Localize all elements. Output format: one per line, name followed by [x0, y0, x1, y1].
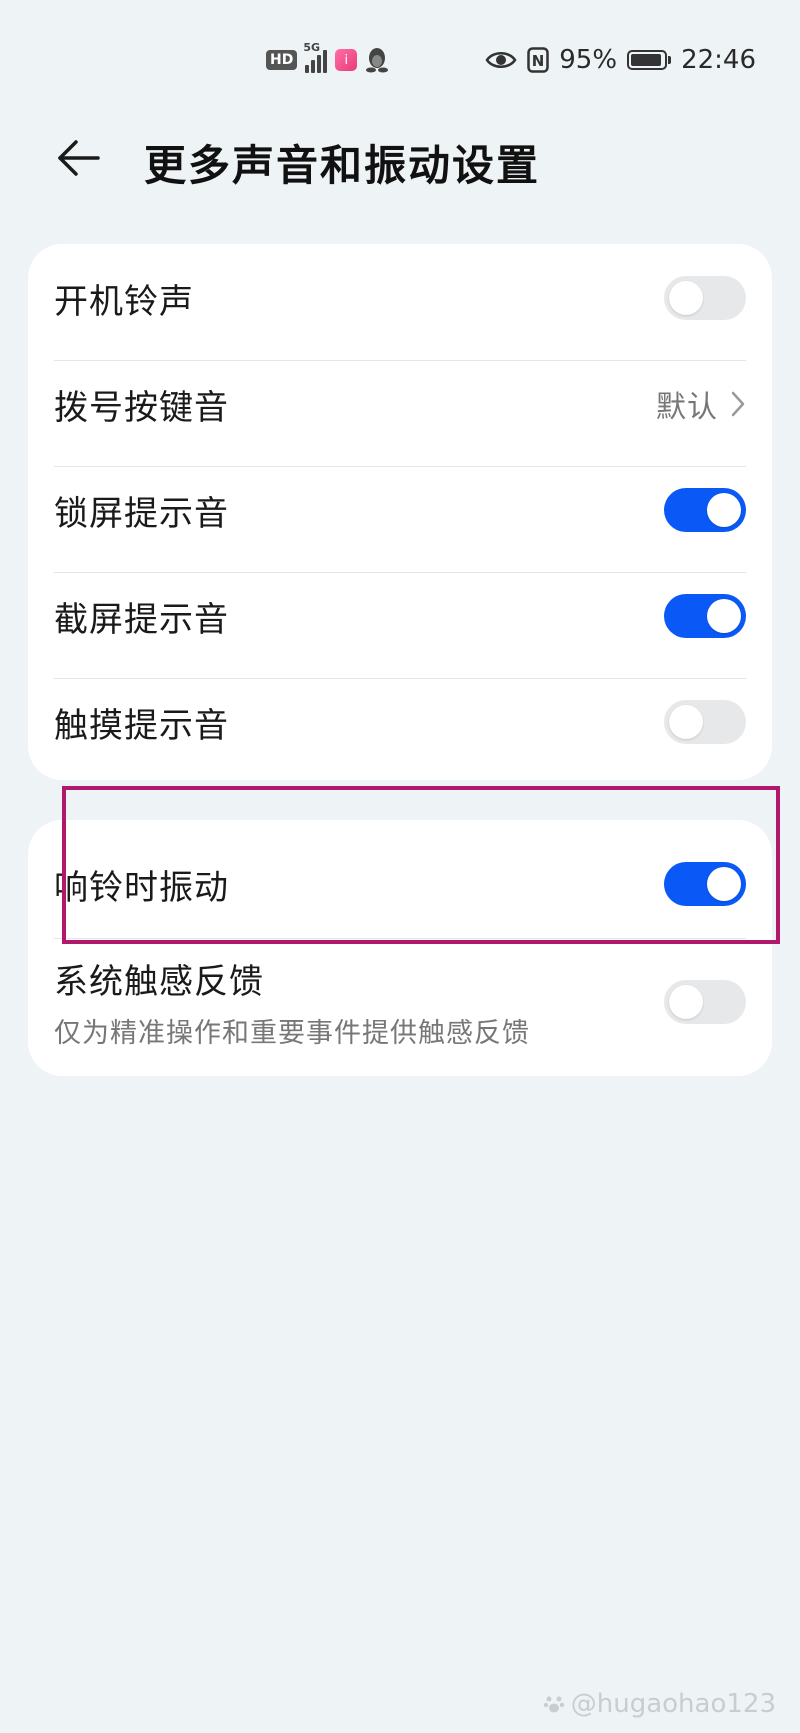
app-notification-icon: i — [335, 49, 358, 71]
setting-label: 截屏提示音 — [54, 599, 229, 640]
divider — [54, 678, 746, 679]
chevron-right-icon — [731, 391, 745, 417]
toggle-knob — [707, 599, 741, 633]
setting-label: 拨号按键音 — [54, 387, 229, 428]
watermark-text: @hugaohao123 — [570, 1689, 776, 1719]
screenshot-tone-toggle[interactable] — [664, 594, 746, 638]
setting-label: 开机铃声 — [54, 281, 194, 322]
page-title: 更多声音和振动设置 — [144, 141, 541, 190]
setting-text: 系统触感反馈 仅为精准操作和重要事件提供触感反馈 — [54, 954, 530, 1050]
setting-label: 系统触感反馈 — [54, 962, 264, 1002]
toggle-knob — [669, 985, 703, 1019]
setting-label: 锁屏提示音 — [54, 493, 229, 534]
eye-comfort-icon — [485, 52, 517, 68]
setting-row-haptic-feedback[interactable]: 系统触感反馈 仅为精准操作和重要事件提供触感反馈 — [54, 952, 746, 1052]
signal-icon: 5G — [303, 41, 328, 73]
setting-label: 触摸提示音 — [54, 705, 229, 746]
status-bar: HD 5G i N 95% 22:46 — [0, 38, 800, 82]
paw-icon — [543, 1696, 564, 1713]
back-button[interactable] — [52, 134, 104, 182]
divider — [54, 360, 746, 361]
hd-icon: HD — [266, 50, 298, 70]
qq-penguin-icon — [366, 48, 389, 73]
sound-settings-card: 开机铃声 拨号按键音 默认 锁屏提示音 截屏提示音 触摸提示音 — [28, 244, 772, 780]
nfc-label: N — [532, 52, 545, 70]
setting-row-touch-tone[interactable]: 触摸提示音 — [54, 688, 746, 756]
setting-description: 仅为精准操作和重要事件提供触感反馈 — [54, 1018, 530, 1049]
setting-row-dial-keypad-tone[interactable]: 拨号按键音 默认 — [54, 370, 746, 438]
highlight-annotation-box — [62, 786, 780, 944]
lock-screen-tone-toggle[interactable] — [664, 488, 746, 532]
setting-row-boot-ringtone[interactable]: 开机铃声 — [54, 264, 746, 332]
haptic-feedback-toggle[interactable] — [664, 980, 746, 1024]
status-left-icons: HD 5G i — [266, 38, 389, 82]
battery-percent: 95% — [559, 45, 618, 75]
setting-row-screenshot-tone[interactable]: 截屏提示音 — [54, 582, 746, 650]
setting-value: 默认 — [656, 390, 718, 425]
network-type-label: 5G — [303, 41, 321, 54]
boot-ringtone-toggle[interactable] — [664, 276, 746, 320]
status-right-icons: N 95% 22:46 — [485, 45, 756, 75]
toggle-knob — [669, 281, 703, 315]
setting-row-lock-screen-tone[interactable]: 锁屏提示音 — [54, 476, 746, 544]
arrow-left-icon — [58, 140, 100, 176]
battery-icon — [627, 50, 672, 70]
divider — [54, 572, 746, 573]
clock: 22:46 — [681, 45, 756, 75]
watermark: @hugaohao123 — [543, 1689, 776, 1719]
toggle-knob — [669, 705, 703, 739]
page-header: 更多声音和振动设置 — [0, 118, 800, 198]
divider — [54, 466, 746, 467]
dial-keypad-tone-value[interactable]: 默认 — [656, 382, 746, 426]
touch-tone-toggle[interactable] — [664, 700, 746, 744]
nfc-icon: N — [527, 47, 550, 73]
toggle-knob — [707, 493, 741, 527]
battery-level-fill — [631, 54, 662, 66]
